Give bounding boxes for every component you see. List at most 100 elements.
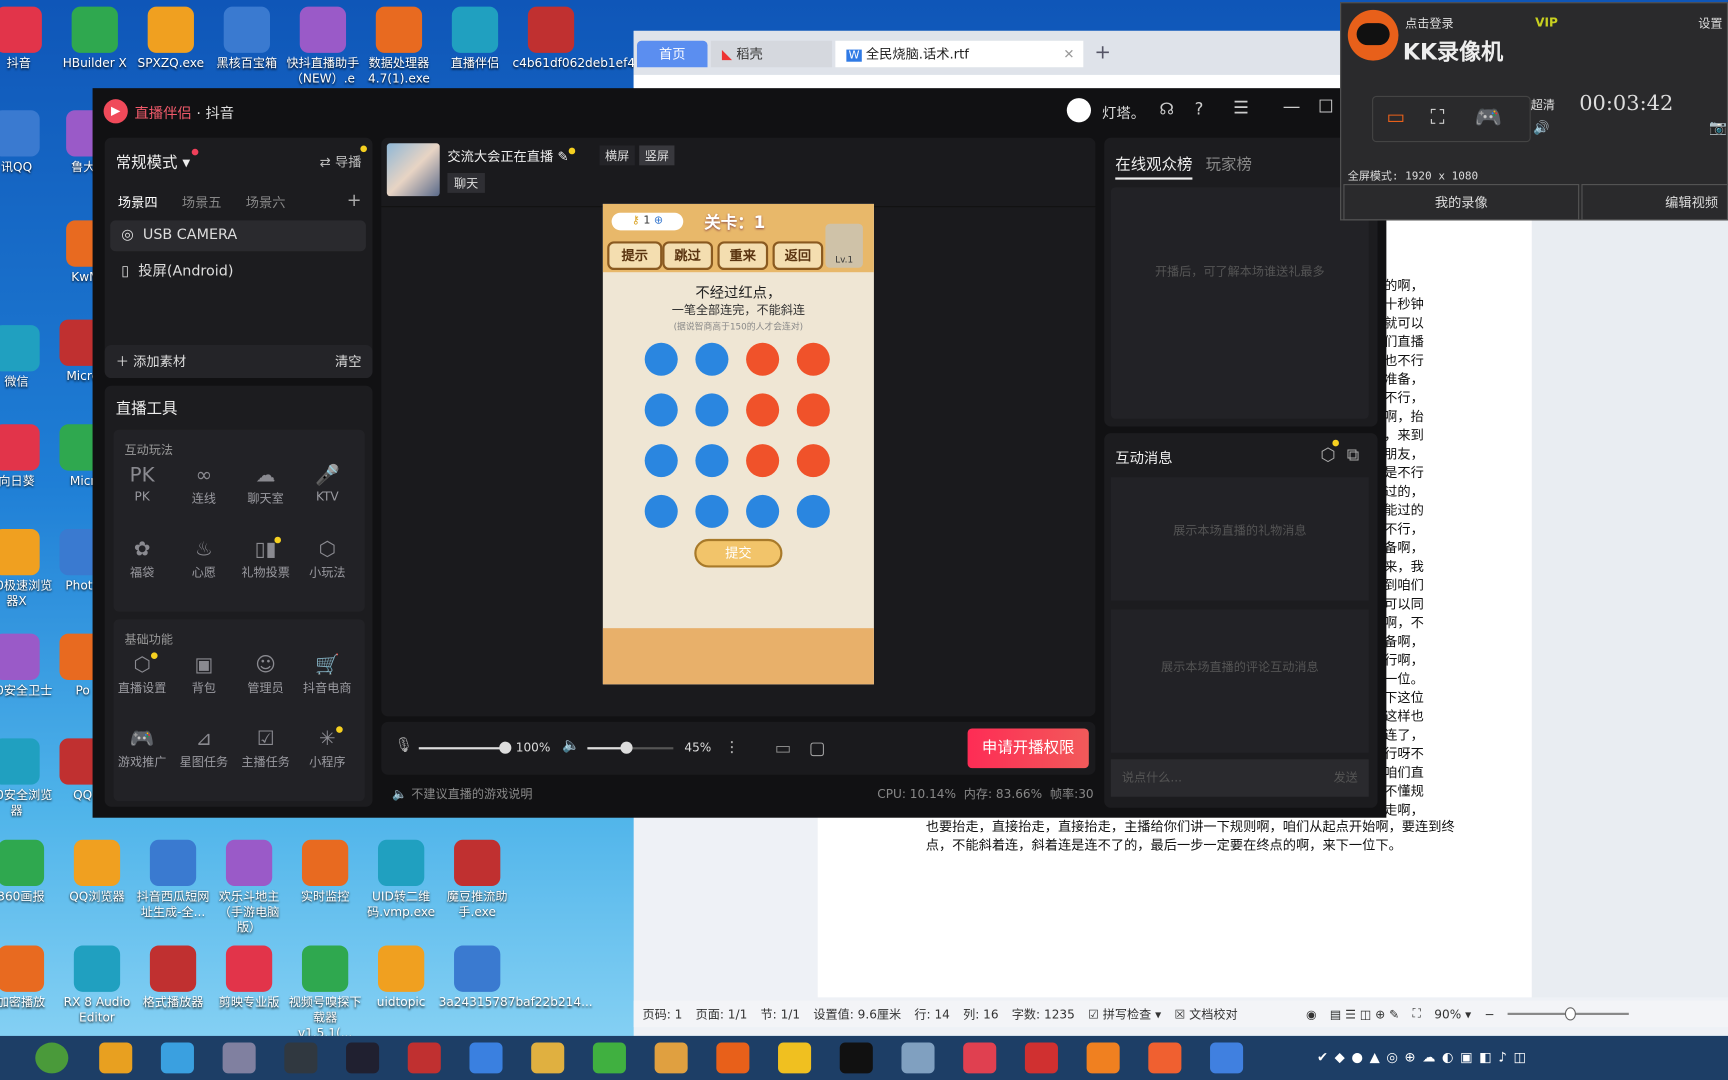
add-key-icon[interactable]: ⊕ [654,215,663,227]
tool-cart[interactable]: 🛒 抖音电商 [296,652,358,696]
dot-red[interactable] [796,342,830,376]
taskbar-live-companion-icon[interactable] [963,1042,997,1074]
taskbar-file-explorer-icon[interactable] [531,1042,565,1074]
screen-switch-icon[interactable]: ▭ [775,737,792,758]
source-android-cast[interactable]: ▯ 投屏(Android) [110,257,366,288]
desktop-icon[interactable]: 欢乐斗地主（手游电脑版） [210,839,287,936]
dot-red[interactable] [796,393,830,427]
tab-home[interactable]: 首页 [636,40,708,68]
taskbar-kk-recorder-icon[interactable] [716,1042,750,1074]
tool-cube[interactable]: ⬡ 小玩法 [296,537,358,581]
cover-image[interactable] [386,143,440,197]
slider-thumb[interactable] [620,741,633,754]
desktop-icon[interactable]: 360画报 [0,839,60,905]
desktop-icon[interactable]: HBuilder X [56,6,133,72]
scene-tab[interactable]: 场景六 [246,193,286,212]
tab-players[interactable]: 玩家榜 [1206,153,1252,175]
quality-select[interactable]: 超清 [1531,96,1555,114]
menu-icon[interactable]: ☰ [1233,97,1249,118]
mode-dropdown[interactable]: 常规模式 ▾ [116,148,199,173]
desktop-icon[interactable]: 抖音西瓜短网址生成-全... [134,839,211,920]
taskbar-kuaishou-icon[interactable] [1086,1042,1120,1074]
settings-button[interactable]: 设置 [1698,14,1722,32]
tool-mini-program[interactable]: ✳ 小程序 [296,726,358,770]
settings-hex-icon[interactable]: ⬡ [1320,444,1335,465]
volume-icon[interactable]: 🔊 [1533,120,1549,135]
taskbar-nox-icon[interactable] [284,1042,318,1074]
tool-wish-lamp[interactable]: ♨ 心愿 [173,537,235,581]
dot-blue[interactable] [644,444,678,478]
new-tab-button[interactable]: + [1094,41,1111,64]
tool-star-map[interactable]: ⊿ 星图任务 [173,726,235,770]
tab-document[interactable]: W 全民烧脑.话术.rtf ✕ [835,40,1084,68]
desktop-icon[interactable]: 快抖直播助手（NEW）.e [284,6,361,87]
taskbar-sunlogin-icon[interactable] [1148,1042,1182,1074]
eye-protection-icon[interactable]: ◉ [1306,1007,1317,1021]
send-button[interactable]: 发送 [1333,759,1357,796]
username[interactable]: 灯塔。 [1102,101,1145,123]
fit-icon[interactable]: ⛶ [1413,1006,1421,1021]
screenshot-camera-icon[interactable]: 📷 [1709,120,1727,137]
dot-blue[interactable] [746,494,780,528]
dot-blue[interactable] [695,393,729,427]
game-button[interactable]: 提示 [607,241,663,270]
taskbar-potplayer-icon[interactable] [778,1042,812,1074]
zoom-out-button[interactable]: − [1484,1007,1494,1021]
tool-task-calendar[interactable]: ☑ 主播任务 [235,726,297,770]
taskbar-sogou-input-icon[interactable] [469,1042,503,1074]
help-icon[interactable]: ? [1195,99,1204,119]
dot-red[interactable] [746,342,780,376]
tool-gamepad[interactable]: 🎮 游戏推广 [111,726,173,770]
headset-support-icon[interactable]: ☊ [1159,99,1174,119]
tool-chat-room[interactable]: ☁ 聊天室 [235,463,297,507]
desktop-icon[interactable]: 黑核百宝箱 [208,6,285,72]
portrait-button[interactable]: 竖屏 [639,145,675,166]
my-recordings-button[interactable]: 我的录像 [1343,184,1580,221]
desktop-icon[interactable]: 加密播放 [0,945,60,1011]
proofread-button[interactable]: ☒ 文档校对 [1174,1005,1237,1023]
tool-microphone[interactable]: 🎤 KTV [296,463,358,504]
page-view-icon[interactable]: ▤ ☰ ◫ ⊕ ✎ [1330,1007,1400,1021]
taskbar-spxzq-icon[interactable] [407,1042,441,1074]
tool-backpack[interactable]: ▣ 背包 [173,652,235,696]
vip-badge[interactable]: VIP [1535,15,1558,29]
dot-blue[interactable] [796,494,830,528]
taskbar-wechat-icon[interactable] [592,1042,626,1074]
desktop-icon[interactable]: uidtopic [363,945,440,1011]
scene-tab[interactable]: 场景四 [118,193,158,212]
desktop-icon[interactable]: 魔豆推流助手.exe [439,839,516,920]
game-button[interactable]: 返回 [772,241,824,270]
game-button[interactable]: 重来 [717,241,769,270]
popout-icon[interactable]: ⧉ [1347,444,1360,466]
close-tab-icon[interactable]: ✕ [1063,41,1074,67]
desktop-icon[interactable]: 数据处理器4.7(1).exe [360,6,437,87]
submit-button[interactable]: 提交 [694,538,783,568]
game-notice-link[interactable]: 🔈 不建议直播的游戏说明 [392,785,532,803]
tab-online-audience[interactable]: 在线观众榜 [1115,153,1193,180]
zoom-select[interactable]: 90% ▾ [1434,1007,1471,1021]
category-tag[interactable]: 聊天 [447,173,485,193]
microphone-icon[interactable]: 🎙 [395,737,413,754]
landscape-button[interactable]: 横屏 [599,145,635,166]
desktop-icon[interactable]: RX 8 Audio Editor [58,945,135,1026]
desktop-icon[interactable]: c4b61df062deb1ef497 [512,6,650,72]
tool-lucky-bag[interactable]: ✿ 福袋 [111,537,173,581]
taskbar-wps-icon[interactable] [1024,1042,1058,1074]
edit-pencil-icon[interactable]: ✎ [557,149,568,164]
avatar[interactable] [1066,98,1092,123]
taskbar-tiger-game-icon[interactable] [654,1042,688,1074]
mixer-icon[interactable]: ⫶ [730,737,734,759]
speaker-volume-slider[interactable] [587,741,674,754]
taskbar-chrome-icon[interactable] [99,1042,133,1074]
dot-blue[interactable] [695,444,729,478]
taskbar-360-browser-icon[interactable] [160,1042,194,1074]
game-button[interactable]: 跳过 [662,241,714,270]
start-button[interactable] [35,1042,69,1074]
system-tray-icons[interactable]: ✔◆●▲◎⊕☁◐▣◧♪◫ [1317,1049,1533,1064]
tab-docer[interactable]: ◣ 稻壳 [710,40,833,68]
tool-pk[interactable]: PK PK [111,463,173,504]
zoom-slider-thumb[interactable] [1565,1007,1577,1021]
desktop-icon[interactable]: 直播伴侣 [436,6,513,72]
dot-blue[interactable] [644,393,678,427]
taskbar-notepad-icon[interactable] [901,1042,935,1074]
